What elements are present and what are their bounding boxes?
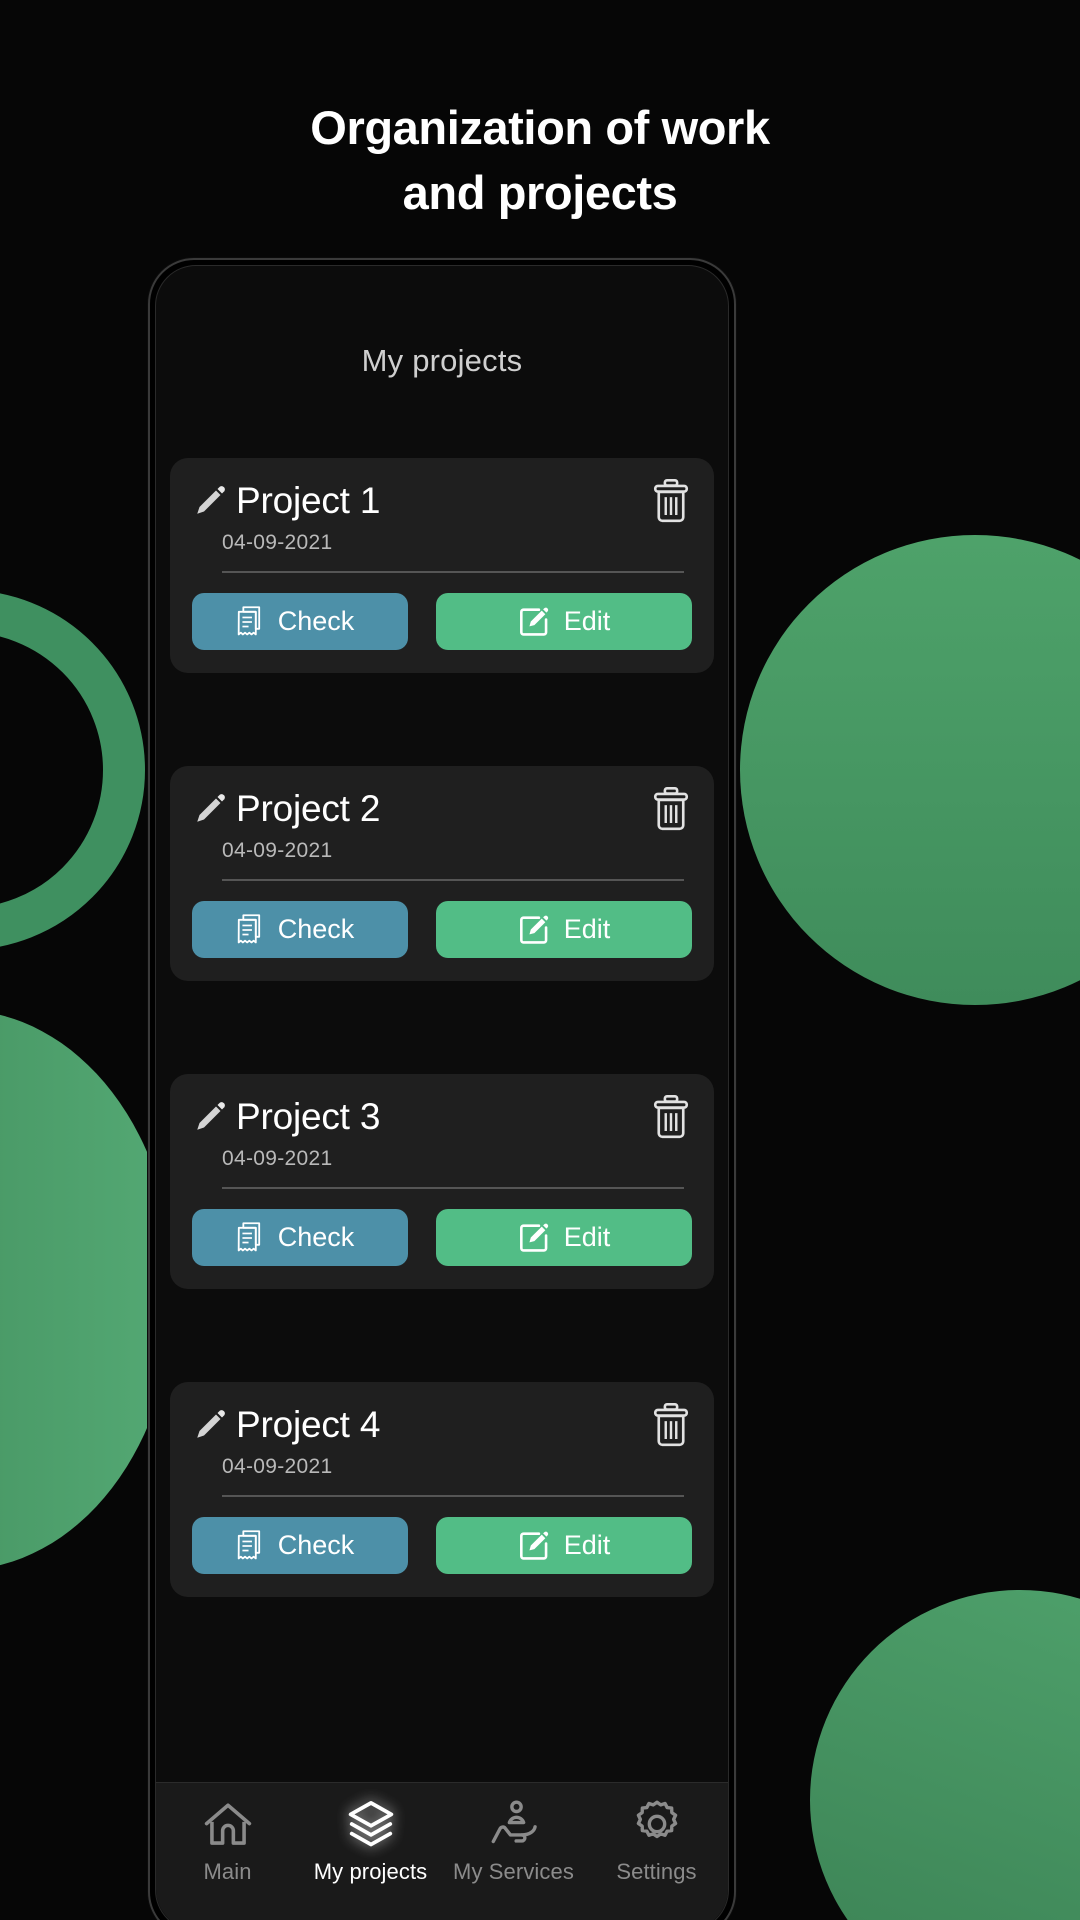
pencil-icon — [192, 791, 228, 827]
phone-mockup: My projects Project 1 04-09-2021 Check E… — [148, 258, 736, 1920]
promo-screenshot: Organization of work and projects My pro… — [0, 0, 1080, 1920]
edit-square-icon — [519, 1223, 548, 1252]
phone-screen: My projects Project 1 04-09-2021 Check E… — [155, 265, 729, 1920]
card-divider — [222, 1187, 684, 1189]
receipt-icon — [237, 1529, 260, 1559]
project-card-header: Project 4 — [192, 1406, 692, 1443]
promo-headline: Organization of work and projects — [0, 96, 1080, 226]
nav-item-settings[interactable]: Settings — [585, 1797, 728, 1885]
receipt-icon — [237, 605, 260, 635]
background-green-circle-right — [740, 535, 1080, 1005]
card-divider — [222, 879, 684, 881]
check-button-label: Check — [277, 1222, 355, 1252]
nav-label-my-projects: My projects — [313, 1859, 428, 1884]
receipt-icon — [237, 1221, 260, 1251]
trash-icon — [653, 479, 689, 523]
check-button-label: Check — [277, 914, 355, 944]
delete-project-button[interactable] — [650, 1402, 692, 1448]
project-card-header: Project 2 — [192, 790, 692, 827]
pencil-icon — [192, 1407, 228, 1443]
check-button-label: Check — [277, 1530, 355, 1560]
project-date: 04-09-2021 — [222, 1147, 333, 1170]
project-date: 04-09-2021 — [222, 1455, 333, 1478]
edit-square-icon — [519, 1531, 548, 1560]
project-name: Project 2 — [236, 788, 381, 829]
edit-button[interactable]: Edit — [436, 901, 692, 958]
hand-user-icon — [489, 1797, 539, 1851]
card-divider — [222, 571, 684, 573]
check-button[interactable]: Check — [192, 1517, 408, 1574]
home-icon — [203, 1797, 253, 1851]
check-button[interactable]: Check — [192, 901, 408, 958]
project-card[interactable]: Project 4 04-09-2021 Check Edit — [170, 1382, 714, 1597]
headline-line-2: and projects — [402, 165, 678, 219]
card-divider — [222, 1495, 684, 1497]
edit-square-icon — [519, 915, 548, 944]
trash-icon — [653, 1095, 689, 1139]
edit-button-label: Edit — [563, 1222, 611, 1252]
trash-icon — [653, 1403, 689, 1447]
delete-project-button[interactable] — [650, 786, 692, 832]
nav-item-my-projects[interactable]: My projects — [299, 1797, 442, 1885]
background-green-ring — [0, 590, 145, 950]
edit-button-label: Edit — [563, 1530, 611, 1560]
background-green-circle-bottom — [810, 1590, 1080, 1920]
project-card[interactable]: Project 1 04-09-2021 Check Edit — [170, 458, 714, 673]
nav-label-settings: Settings — [616, 1859, 697, 1884]
edit-button-label: Edit — [563, 914, 611, 944]
check-button[interactable]: Check — [192, 1209, 408, 1266]
project-list: Project 1 04-09-2021 Check Edit Project … — [156, 458, 728, 1690]
check-button[interactable]: Check — [192, 593, 408, 650]
edit-button[interactable]: Edit — [436, 1517, 692, 1574]
edit-button-label: Edit — [563, 606, 611, 636]
card-actions: Check Edit — [192, 593, 692, 650]
pencil-icon — [192, 483, 228, 519]
nav-item-my-services[interactable]: My Services — [442, 1797, 585, 1885]
delete-project-button[interactable] — [650, 1094, 692, 1140]
bottom-navigation: Main My projects My Services Settings — [156, 1782, 728, 1920]
project-name: Project 3 — [236, 1096, 381, 1137]
receipt-icon — [237, 913, 260, 943]
check-button-label: Check — [277, 606, 355, 636]
nav-label-main: Main — [203, 1859, 252, 1884]
project-card[interactable]: Project 2 04-09-2021 Check Edit — [170, 766, 714, 981]
page-title: My projects — [361, 343, 523, 378]
delete-project-button[interactable] — [650, 478, 692, 524]
headline-line-1: Organization of work — [310, 101, 770, 154]
project-date: 04-09-2021 — [222, 531, 333, 554]
gear-icon — [632, 1797, 682, 1851]
project-card-header: Project 1 — [192, 482, 692, 519]
card-actions: Check Edit — [192, 901, 692, 958]
project-card[interactable]: Project 3 04-09-2021 Check Edit — [170, 1074, 714, 1289]
nav-item-main[interactable]: Main — [156, 1797, 299, 1885]
trash-icon — [653, 787, 689, 831]
pencil-icon — [192, 1099, 228, 1135]
project-card-header: Project 3 — [192, 1098, 692, 1135]
project-date: 04-09-2021 — [222, 839, 333, 862]
edit-button[interactable]: Edit — [436, 1209, 692, 1266]
card-actions: Check Edit — [192, 1209, 692, 1266]
card-actions: Check Edit — [192, 1517, 692, 1574]
edit-button[interactable]: Edit — [436, 593, 692, 650]
project-name: Project 1 — [236, 480, 381, 521]
layers-icon — [346, 1797, 396, 1851]
edit-square-icon — [519, 607, 548, 636]
project-name: Project 4 — [236, 1404, 381, 1445]
nav-label-my-services: My Services — [453, 1859, 574, 1884]
